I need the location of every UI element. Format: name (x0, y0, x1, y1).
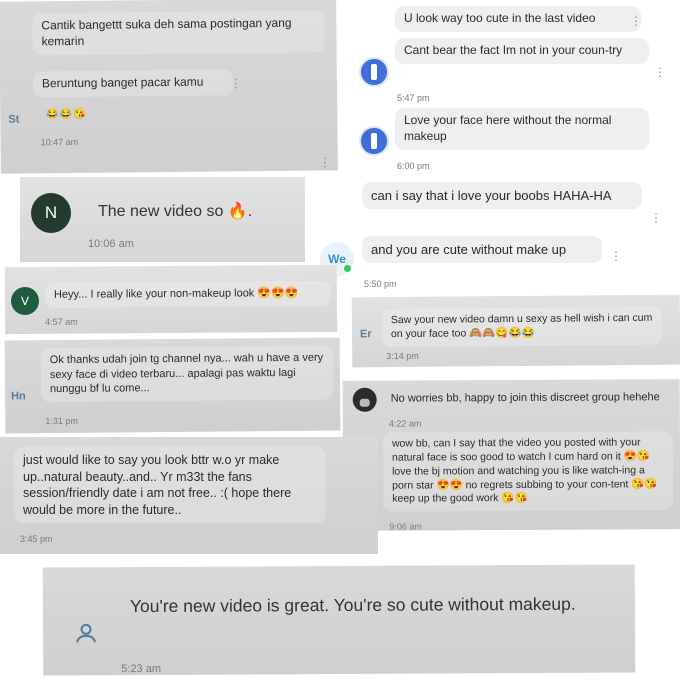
comment-panel-8: No worries bb, happy to join this discre… (342, 379, 680, 531)
comment-text: Ok thanks udah join tg channel nya... wa… (49, 351, 324, 396)
avatar-initials[interactable]: Hn (11, 390, 26, 402)
timestamp: 10:06 am (88, 238, 134, 250)
emoji-reactions: 😂😂😘 (46, 108, 87, 121)
comment-bubble: Beruntung banget pacar kamu (32, 69, 234, 98)
more-vertical-icon[interactable]: ⋮ (654, 66, 666, 78)
comment-panel-10: You're new video is great. You're so cut… (42, 564, 636, 676)
comment-text: and you are cute without make up (371, 242, 567, 257)
timestamp: 6:00 pm (397, 161, 430, 171)
comment-bubble: Ok thanks udah join tg channel nya... wa… (40, 345, 334, 402)
more-vertical-icon[interactable]: ⋮ (630, 15, 642, 27)
comment-text: U look way too cute in the last video (404, 11, 596, 25)
avatar[interactable]: N (31, 193, 71, 233)
profile-picture-icon (359, 398, 370, 407)
more-vertical-icon[interactable]: ⋮ (230, 76, 242, 90)
timestamp: 9:06 am (389, 521, 422, 531)
comment-text: Heyy... I really like your non-makeup lo… (53, 287, 299, 301)
timestamp: 5:50 pm (364, 279, 397, 289)
comment-bubble: wow bb, can I say that the video you pos… (382, 431, 674, 512)
timestamp: 4:22 am (388, 418, 422, 429)
comment-bubble: and you are cute without make up (362, 236, 602, 264)
comment-panel-6: Er Saw your new video damn u sexy as hel… (351, 294, 680, 368)
comment-panel-4: can i say that i love your boobs HAHA-HA… (310, 172, 680, 292)
avatar[interactable] (359, 57, 389, 87)
avatar-initial: N (44, 203, 58, 222)
comment-bubble: can i say that i love your boobs HAHA-HA (362, 182, 642, 210)
timestamp: 1:31 pm (45, 415, 78, 427)
more-vertical-icon[interactable]: ⋮ (319, 155, 331, 169)
comment-text: just would like to say you look bttr w.o… (23, 453, 292, 517)
comment-text: You're new video is great. You're so cut… (129, 593, 576, 617)
person-outline-icon (73, 620, 99, 646)
comment-panel-9: just would like to say you look bttr w.o… (0, 437, 378, 554)
avatar-initials[interactable]: St (8, 114, 19, 126)
comment-panel-2: U look way too cute in the last video ⋮ … (345, 0, 680, 172)
comment-panel-7: Hn Ok thanks udah join tg channel nya...… (4, 337, 341, 434)
comment-text: can i say that i love your boobs HAHA-HA (371, 188, 612, 203)
timestamp: 10:47 am (40, 136, 79, 148)
comment-bubble: Saw your new video damn u sexy as hell w… (381, 306, 663, 347)
profile-picture-icon (371, 133, 377, 149)
avatar[interactable] (359, 126, 389, 156)
comment-text: Cant bear the fact Im not in your coun-t… (404, 43, 623, 57)
comment-text: wow bb, can I say that the video you pos… (391, 436, 658, 506)
timestamp: 3:45 pm (20, 534, 53, 544)
timestamp: 3:14 pm (386, 350, 419, 362)
comment-panel-5: V Heyy... I really like your non-makeup … (4, 264, 338, 335)
online-status-dot (344, 265, 351, 272)
comment-text: Saw your new video damn u sexy as hell w… (390, 311, 653, 340)
comment-panel-1: Cantik bangettt suka deh sama postingan … (0, 0, 338, 174)
comment-bubble: Love your face here without the normal m… (395, 108, 649, 150)
timestamp: 5:47 pm (397, 93, 430, 103)
more-vertical-icon[interactable]: ⋮ (650, 212, 662, 224)
comment-bubble: Heyy... I really like your non-makeup lo… (44, 280, 332, 308)
comment-bubble: Cantik bangettt suka deh sama postingan … (32, 10, 325, 56)
comment-panel-3: N The new video so 🔥. 10:06 am (20, 177, 305, 262)
profile-picture-icon (371, 64, 377, 80)
comment-text: No worries bb, happy to join this discre… (390, 391, 660, 405)
comment-text: Beruntung banget pacar kamu (41, 74, 204, 91)
comment-bubble: just would like to say you look bttr w.o… (14, 447, 326, 523)
comment-text: The new video so 🔥. (98, 203, 253, 220)
timestamp: 4:57 am (45, 316, 78, 327)
comment-text: Love your face here without the normal m… (404, 113, 612, 143)
more-vertical-icon[interactable]: ⋮ (610, 250, 622, 262)
avatar-initials[interactable]: Er (360, 328, 372, 340)
comment-bubble: U look way too cute in the last video (395, 6, 641, 32)
timestamp: 5:23 am (121, 662, 162, 676)
comment-bubble: Cant bear the fact Im not in your coun-t… (395, 38, 649, 64)
avatar[interactable] (352, 387, 377, 412)
avatar-initial: V (20, 293, 30, 309)
avatar[interactable]: V (10, 286, 40, 316)
comment-text: Cantik bangettt suka deh sama postingan … (41, 15, 292, 49)
